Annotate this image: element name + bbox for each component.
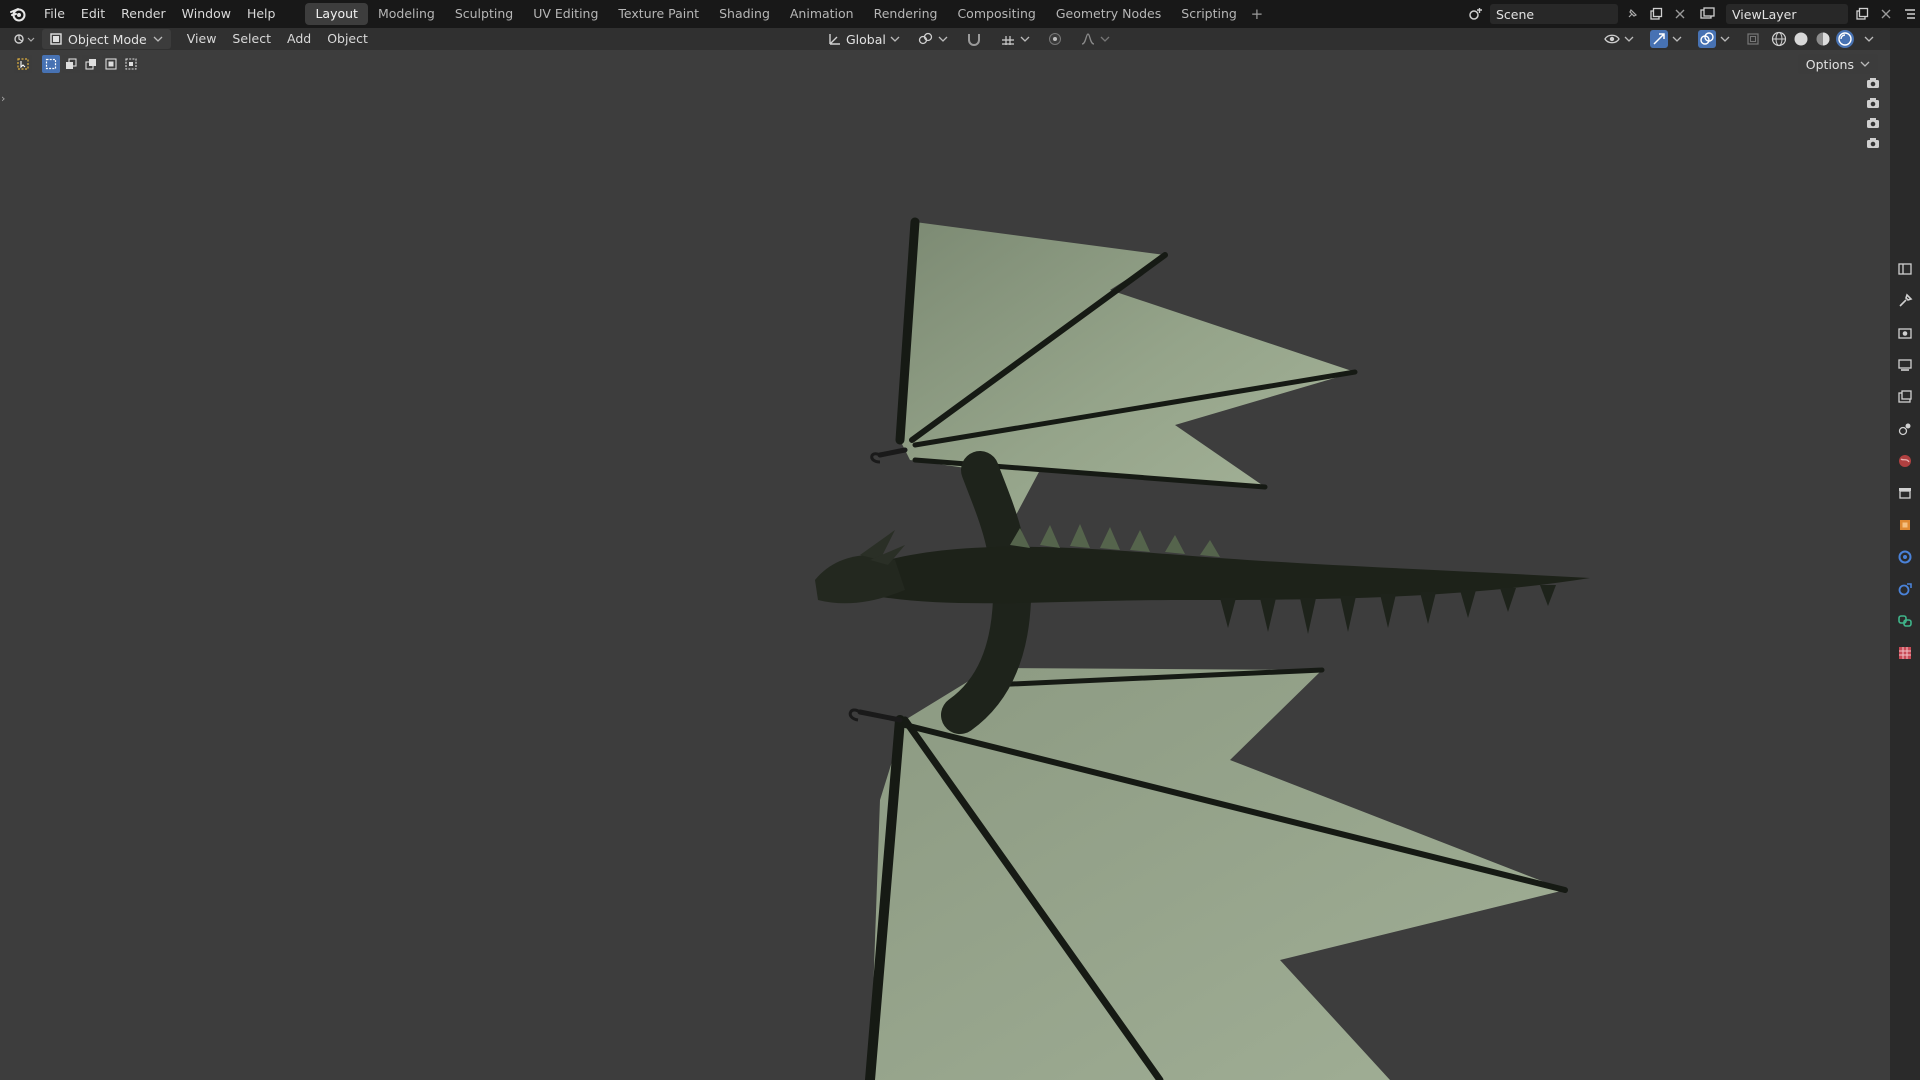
gizmo-toggle[interactable] xyxy=(1644,29,1688,49)
tab-modeling[interactable]: Modeling xyxy=(368,3,445,25)
scene-selector-area: Scene ViewLayer xyxy=(1466,0,1920,28)
outliner-toggle-icon[interactable] xyxy=(1900,4,1920,24)
overlays-toggle[interactable] xyxy=(1692,29,1736,49)
chevron-down-icon xyxy=(1864,36,1874,42)
tab-scripting[interactable]: Scripting xyxy=(1171,3,1247,25)
snap-toggle[interactable] xyxy=(960,29,988,49)
visibility-dropdown[interactable] xyxy=(1598,29,1640,49)
menu-render[interactable]: Render xyxy=(113,3,174,25)
collection-icon[interactable] xyxy=(1894,482,1916,504)
proportional-edit-icon xyxy=(1048,33,1061,45)
modifier-icon[interactable] xyxy=(1894,546,1916,568)
rendered-shading-icon[interactable] xyxy=(1836,30,1854,48)
tab-uv-editing[interactable]: UV Editing xyxy=(523,3,608,25)
chevron-down-icon xyxy=(1672,36,1682,42)
chevron-down-icon xyxy=(1624,36,1634,42)
output-icon[interactable] xyxy=(1894,354,1916,376)
chevron-down-icon xyxy=(1720,36,1730,42)
falloff-dropdown[interactable] xyxy=(1074,29,1116,49)
chevron-down-icon xyxy=(153,36,163,42)
world-icon[interactable] xyxy=(1894,450,1916,472)
add-workspace-button[interactable]: + xyxy=(1247,5,1267,23)
transform-orientation-label: Global xyxy=(846,31,886,47)
render-icon[interactable] xyxy=(1894,322,1916,344)
tab-layout[interactable]: Layout xyxy=(305,3,368,25)
eye-icon xyxy=(1604,34,1620,44)
proportional-edit-toggle[interactable] xyxy=(1042,29,1068,49)
scene-name-field[interactable]: Scene xyxy=(1490,4,1618,24)
scene-icon[interactable] xyxy=(1894,418,1916,440)
pivot-point-dropdown[interactable] xyxy=(912,29,954,49)
tab-shading[interactable]: Shading xyxy=(709,3,780,25)
physics-icon[interactable] xyxy=(1894,578,1916,600)
pin-icon[interactable] xyxy=(1622,4,1642,24)
new-scene-icon[interactable] xyxy=(1646,4,1666,24)
overlays-icon xyxy=(1698,30,1716,48)
transform-orientation-dropdown[interactable]: Global xyxy=(822,29,906,49)
menu-add[interactable]: Add xyxy=(279,29,319,49)
dragon-model[interactable] xyxy=(0,50,1890,1080)
scene-browse-icon[interactable] xyxy=(1466,4,1486,24)
view-layer-name: ViewLayer xyxy=(1732,6,1797,22)
tool-settings-toggle-icon[interactable] xyxy=(1894,258,1916,280)
menu-window[interactable]: Window xyxy=(174,3,239,25)
new-view-layer-icon[interactable] xyxy=(1852,4,1872,24)
object-mode-label: Object Mode xyxy=(68,31,147,47)
transform-tools: Global xyxy=(822,28,1116,50)
top-bar: File Edit Render Window Help Layout Mode… xyxy=(0,0,1920,28)
workspace-tabs: Layout Modeling Sculpting UV Editing Tex… xyxy=(305,0,1266,28)
tab-animation[interactable]: Animation xyxy=(780,3,864,25)
chevron-down-icon xyxy=(938,36,948,42)
wireframe-shading-icon[interactable] xyxy=(1770,30,1788,48)
viewport-header: Object Mode View Select Add Object Globa… xyxy=(0,28,1890,50)
snap-grid-icon xyxy=(1001,36,1014,45)
snap-target-dropdown[interactable] xyxy=(994,29,1036,49)
editor-type-icon[interactable] xyxy=(10,29,38,49)
tab-texture-paint[interactable]: Texture Paint xyxy=(608,3,709,25)
close-view-layer-icon[interactable] xyxy=(1876,4,1896,24)
properties-tab-strip xyxy=(1890,28,1920,1080)
object-mode-icon xyxy=(50,33,62,45)
magnet-icon xyxy=(967,34,980,46)
menu-help[interactable]: Help xyxy=(239,3,284,25)
texture-icon[interactable] xyxy=(1894,642,1916,664)
viewport-display-tools xyxy=(1598,28,1880,50)
shading-options-dropdown[interactable] xyxy=(1858,29,1880,49)
material-preview-shading-icon[interactable] xyxy=(1814,30,1832,48)
menu-select[interactable]: Select xyxy=(224,29,279,49)
view-layer-field[interactable]: ViewLayer xyxy=(1726,4,1848,24)
object-icon[interactable] xyxy=(1894,514,1916,536)
properties-tabs xyxy=(1894,290,1916,664)
menu-view[interactable]: View xyxy=(179,29,225,49)
scene-name: Scene xyxy=(1496,6,1535,22)
view-layer-browse-icon[interactable] xyxy=(1694,4,1722,24)
constraints-icon[interactable] xyxy=(1894,610,1916,632)
blender-logo-icon[interactable] xyxy=(0,0,36,28)
tab-sculpting[interactable]: Sculpting xyxy=(445,3,523,25)
gizmo-icon xyxy=(1650,30,1668,48)
menu-edit[interactable]: Edit xyxy=(73,3,113,25)
tab-rendering[interactable]: Rendering xyxy=(864,3,948,25)
chevron-down-icon xyxy=(1100,36,1110,42)
object-mode-dropdown[interactable]: Object Mode xyxy=(42,29,171,49)
falloff-curve-icon xyxy=(1081,33,1095,45)
tool-icon[interactable] xyxy=(1894,290,1916,312)
tab-compositing[interactable]: Compositing xyxy=(947,3,1045,25)
view-layer-icon[interactable] xyxy=(1894,386,1916,408)
chevron-down-icon xyxy=(1020,36,1030,42)
menu-file[interactable]: File xyxy=(36,3,73,25)
orientation-icon xyxy=(829,34,840,45)
xray-icon xyxy=(1747,33,1759,45)
solid-shading-icon[interactable] xyxy=(1792,30,1810,48)
tab-geometry-nodes[interactable]: Geometry Nodes xyxy=(1046,3,1171,25)
xray-toggle[interactable] xyxy=(1740,29,1766,49)
menu-object[interactable]: Object xyxy=(319,29,376,49)
pivot-icon xyxy=(918,32,933,45)
chevron-down-icon xyxy=(890,36,900,42)
close-icon[interactable] xyxy=(1670,4,1690,24)
